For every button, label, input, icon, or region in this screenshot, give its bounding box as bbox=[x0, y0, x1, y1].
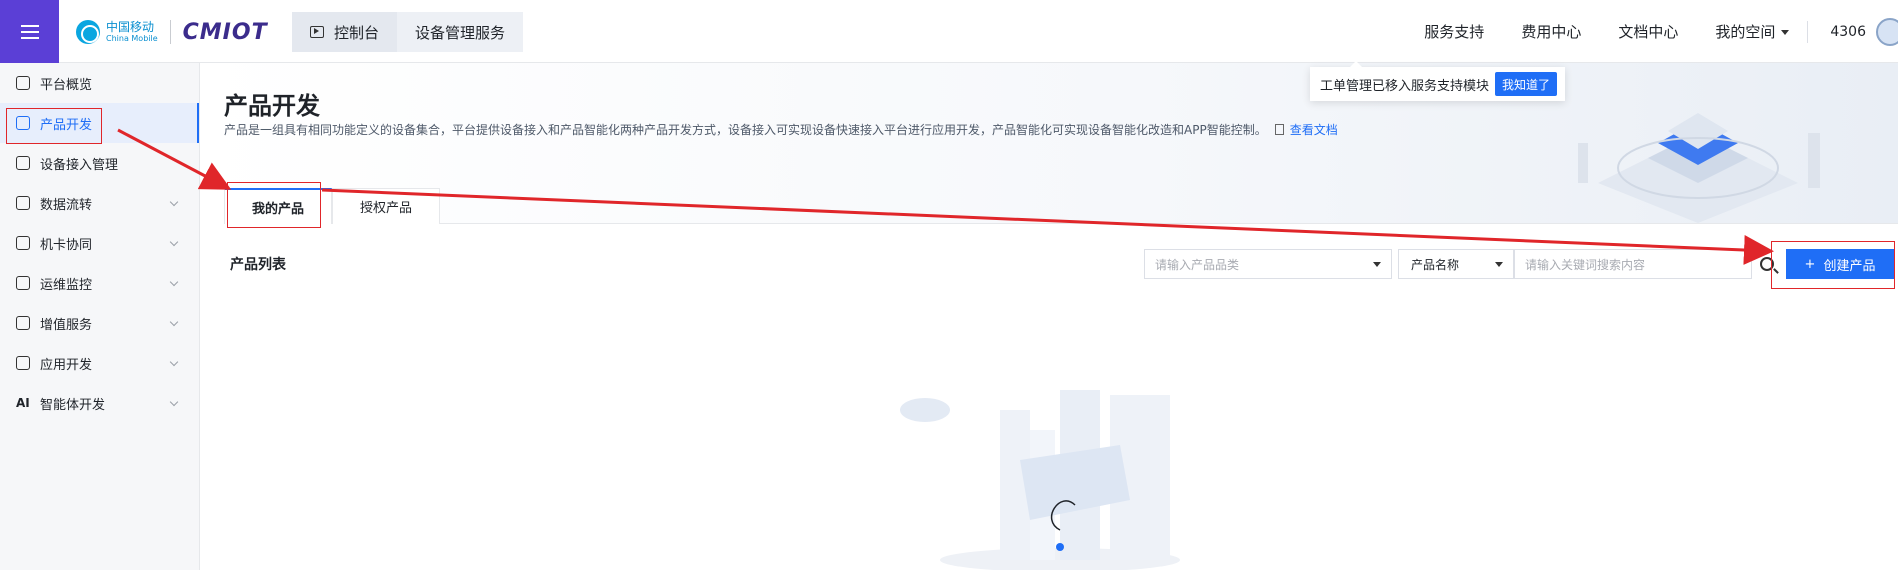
sidebar-item-ai-agent[interactable]: AI 智能体开发 bbox=[0, 383, 199, 423]
sidebar-item-app-dev[interactable]: 应用开发 bbox=[0, 343, 199, 383]
nav-docs[interactable]: 文档中心 bbox=[1618, 21, 1678, 42]
console-icon bbox=[310, 26, 324, 38]
ai-icon: AI bbox=[16, 396, 30, 410]
brand-logo[interactable]: 中国移动 China Mobile CMIOT bbox=[76, 16, 268, 48]
logo-cn-text: 中国移动 bbox=[106, 20, 155, 34]
keyword-search-input[interactable]: 请输入关键词搜索内容 bbox=[1514, 249, 1752, 279]
sidebar-item-ops-monitor[interactable]: 运维监控 bbox=[0, 263, 199, 303]
product-tabs: 我的产品 授权产品 bbox=[224, 188, 1898, 224]
avatar[interactable] bbox=[1876, 17, 1898, 46]
sidebar-item-data-flow[interactable]: 数据流转 bbox=[0, 183, 199, 223]
nav-billing[interactable]: 费用中心 bbox=[1521, 21, 1581, 42]
send-icon bbox=[16, 316, 30, 330]
chevron-down-icon bbox=[169, 357, 179, 367]
chevron-down-icon bbox=[1495, 262, 1503, 267]
category-select[interactable]: 请输入产品品类 bbox=[1144, 249, 1392, 279]
chevron-down-icon bbox=[169, 397, 179, 407]
logo-en-text: China Mobile bbox=[106, 34, 158, 43]
tab-authorized-products[interactable]: 授权产品 bbox=[332, 188, 440, 224]
got-it-button[interactable]: 我知道了 bbox=[1495, 72, 1558, 96]
search-field-select[interactable]: 产品名称 bbox=[1398, 249, 1514, 279]
chevron-down-icon bbox=[1373, 262, 1381, 267]
notice-text: 工单管理已移入服务支持模块 bbox=[1320, 78, 1490, 94]
app-icon bbox=[16, 356, 30, 370]
account-id[interactable]: 4306 bbox=[1830, 24, 1866, 40]
cmiot-logo: CMIOT bbox=[182, 19, 268, 45]
logo-divider bbox=[169, 20, 171, 44]
document-icon bbox=[1274, 124, 1284, 135]
overview-icon bbox=[16, 76, 30, 90]
annotation-box-sidebar bbox=[6, 108, 102, 144]
breadcrumb: 控制台 设备管理服务 bbox=[292, 12, 524, 52]
hamburger-icon bbox=[20, 24, 39, 39]
sidebar-item-device-access[interactable]: 设备接入管理 bbox=[0, 143, 199, 183]
product-list-title: 产品列表 bbox=[230, 257, 286, 273]
breadcrumb-device-service[interactable]: 设备管理服务 bbox=[397, 12, 524, 52]
page-title: 产品开发 bbox=[224, 92, 320, 120]
chevron-down-icon bbox=[169, 237, 179, 247]
menu-toggle-button[interactable] bbox=[0, 0, 59, 63]
view-docs-link[interactable]: 查看文档 bbox=[1290, 123, 1338, 137]
page-description: 产品是一组具有相同功能定义的设备集合，平台提供设备接入和产品智能化两种产品开发方… bbox=[224, 123, 1338, 137]
nav-divider bbox=[1807, 20, 1809, 43]
empty-state-illustration bbox=[900, 390, 1180, 570]
top-bar: 中国移动 China Mobile CMIOT 控制台 设备管理服务 服务支持 … bbox=[0, 0, 1898, 63]
sidebar-item-card-coop[interactable]: 机卡协同 bbox=[0, 223, 199, 263]
annotation-box-create bbox=[1771, 241, 1895, 289]
monitor-icon bbox=[16, 276, 30, 290]
annotation-box-tab bbox=[227, 182, 321, 228]
china-mobile-logo-icon bbox=[76, 20, 100, 44]
chevron-down-icon bbox=[169, 317, 179, 327]
chevron-down-icon bbox=[169, 277, 179, 287]
flow-icon bbox=[16, 196, 30, 210]
device-icon bbox=[16, 156, 30, 170]
sidebar-item-value-added[interactable]: 增值服务 bbox=[0, 303, 199, 343]
top-nav: 服务支持 费用中心 文档中心 我的空间 4306 bbox=[1424, 0, 1898, 63]
notice-tooltip: 工单管理已移入服务支持模块 我知道了 bbox=[1310, 61, 1566, 101]
breadcrumb-console[interactable]: 控制台 bbox=[292, 12, 398, 52]
chevron-down-icon bbox=[169, 197, 179, 207]
nav-service-support[interactable]: 服务支持 bbox=[1424, 21, 1484, 42]
chevron-down-icon bbox=[1781, 30, 1790, 35]
sidebar-item-overview[interactable]: 平台概览 bbox=[0, 63, 199, 103]
nav-my-space[interactable]: 我的空间 bbox=[1715, 21, 1790, 42]
card-icon bbox=[16, 236, 30, 250]
